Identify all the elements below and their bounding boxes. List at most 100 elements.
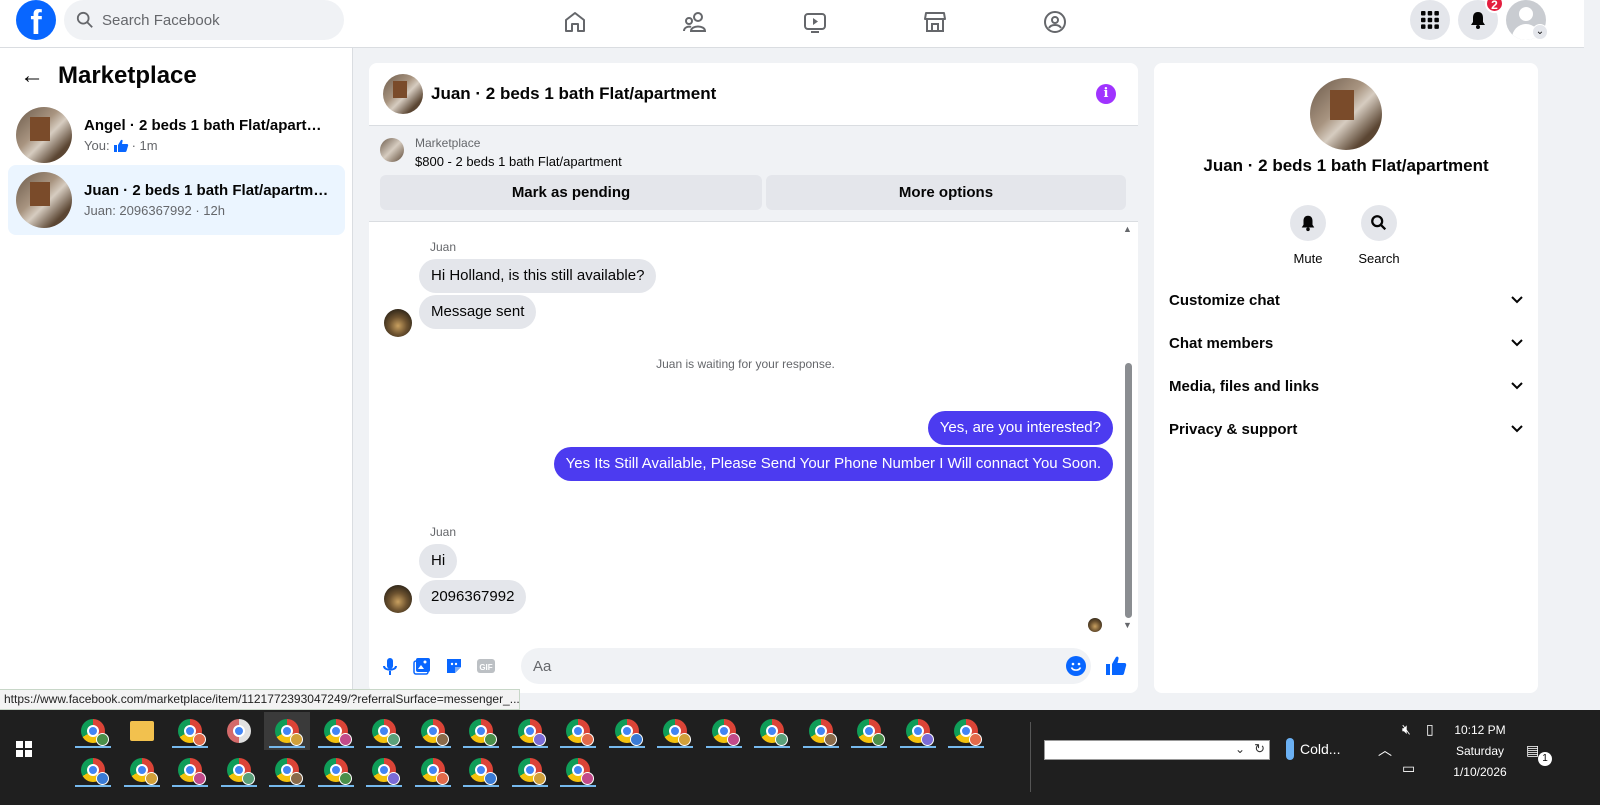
taskbar-app-chrome[interactable] bbox=[313, 751, 359, 789]
taskbar-app-chrome[interactable] bbox=[458, 712, 504, 750]
profile-badge-icon bbox=[338, 772, 352, 785]
message-bubble-outgoing[interactable]: Yes, are you interested? bbox=[927, 411, 1113, 445]
taskbar-app-chrome[interactable] bbox=[749, 712, 795, 750]
search-box[interactable] bbox=[64, 0, 344, 40]
notifications-button[interactable]: 2 bbox=[1458, 0, 1504, 40]
chat-avatar[interactable] bbox=[383, 74, 423, 114]
emoji-icon[interactable] bbox=[1066, 656, 1086, 676]
search-input[interactable] bbox=[102, 11, 322, 29]
attach-photo-button[interactable] bbox=[411, 655, 433, 677]
nav-video[interactable] bbox=[755, 0, 875, 44]
taskbar-app-chrome[interactable] bbox=[555, 712, 601, 750]
listing-thumbnail[interactable] bbox=[380, 138, 404, 162]
taskbar-app-chrome[interactable] bbox=[70, 712, 116, 750]
chat-scrollbar[interactable]: ▲ ▼ bbox=[1123, 224, 1133, 630]
scroll-up-arrow-icon[interactable]: ▲ bbox=[1123, 224, 1132, 234]
link-status-url: https://www.facebook.com/marketplace/ite… bbox=[0, 689, 520, 710]
taskbar-app-chrome[interactable] bbox=[701, 712, 747, 750]
privacy-support-section[interactable]: Privacy & support bbox=[1169, 409, 1524, 449]
nav-marketplace[interactable] bbox=[875, 0, 995, 44]
nav-friends[interactable] bbox=[635, 0, 755, 44]
taskbar-app-chrome[interactable] bbox=[555, 751, 601, 789]
taskbar-app-chrome[interactable] bbox=[410, 751, 456, 789]
taskbar-app-chrome[interactable] bbox=[604, 712, 650, 750]
message-bubble-incoming[interactable]: 2096367992 bbox=[419, 580, 527, 614]
customize-chat-section[interactable]: Customize chat bbox=[1169, 280, 1524, 320]
chat-members-section[interactable]: Chat members bbox=[1169, 323, 1524, 363]
listing-avatar[interactable] bbox=[1310, 78, 1382, 150]
search-in-chat-button[interactable]: Search bbox=[1349, 205, 1409, 266]
address-toolbar[interactable]: ⌄ ↻ bbox=[1044, 740, 1270, 760]
conversation-item-juan[interactable]: Juan · 2 beds 1 bath Flat/apartment Juan… bbox=[8, 165, 345, 235]
taskbar-app-chrome[interactable] bbox=[507, 751, 553, 789]
taskbar-app-chrome[interactable] bbox=[216, 751, 262, 789]
refresh-icon[interactable]: ↻ bbox=[1254, 741, 1265, 757]
account-controls: 2 bbox=[1410, 0, 1546, 40]
system-clock[interactable]: 10:12 PM Saturday 1/10/2026 bbox=[1440, 720, 1520, 783]
windows-taskbar: ⌄ ↻ Cold... ︿ 🔇︎ ▯ ▭ 10:12 PM Saturday 1… bbox=[0, 710, 1600, 805]
friends-icon bbox=[683, 12, 707, 32]
nav-groups[interactable] bbox=[995, 0, 1115, 44]
facebook-logo[interactable]: f bbox=[16, 0, 56, 40]
message-bubble-incoming[interactable]: Hi Holland, is this still available? bbox=[419, 259, 657, 293]
sender-avatar[interactable] bbox=[384, 309, 412, 337]
taskbar-app-file-explorer[interactable] bbox=[119, 712, 165, 750]
profile-badge-icon bbox=[290, 772, 303, 785]
taskbar-app-chrome[interactable] bbox=[798, 712, 844, 750]
media-files-links-section[interactable]: Media, files and links bbox=[1169, 366, 1524, 406]
network-icon[interactable]: ▭ bbox=[1402, 760, 1415, 777]
show-hidden-icons-icon[interactable]: ︿ bbox=[1378, 740, 1392, 760]
message-input[interactable] bbox=[521, 648, 1091, 684]
running-indicator bbox=[317, 746, 354, 748]
taskbar-app-chrome[interactable] bbox=[846, 712, 892, 750]
taskbar-app-chrome[interactable] bbox=[70, 751, 116, 789]
taskbar-app-chrome[interactable] bbox=[264, 712, 310, 750]
weather-widget[interactable]: Cold... bbox=[1286, 738, 1340, 760]
message-bubble-incoming[interactable]: Hi bbox=[419, 544, 458, 578]
message-bubble-outgoing[interactable]: Yes Its Still Available, Please Send You… bbox=[553, 447, 1113, 481]
nav-home[interactable] bbox=[515, 0, 635, 44]
taskbar-app-snipping-tool[interactable] bbox=[216, 712, 262, 750]
taskbar-app-chrome[interactable] bbox=[264, 751, 310, 789]
taskbar-app-chrome[interactable] bbox=[361, 751, 407, 789]
menu-button[interactable] bbox=[1410, 0, 1450, 40]
scroll-thumb[interactable] bbox=[1125, 363, 1132, 618]
taskbar-app-chrome[interactable] bbox=[119, 751, 165, 789]
search-label: Search bbox=[1358, 251, 1400, 266]
scroll-down-arrow-icon[interactable]: ▼ bbox=[1123, 620, 1132, 630]
sender-avatar[interactable] bbox=[384, 585, 412, 613]
windows-start-icon[interactable] bbox=[16, 741, 32, 757]
mute-button[interactable]: Mute bbox=[1278, 205, 1338, 266]
sticker-button[interactable] bbox=[443, 655, 465, 677]
chat-header: Juan · 2 beds 1 bath Flat/apartment i bbox=[369, 63, 1138, 126]
chat-title[interactable]: Juan · 2 beds 1 bath Flat/apartment bbox=[431, 84, 716, 104]
taskbar-app-chrome[interactable] bbox=[361, 712, 407, 750]
taskbar-app-chrome[interactable] bbox=[507, 712, 553, 750]
taskbar-app-chrome[interactable] bbox=[410, 712, 456, 750]
chevron-down-icon[interactable]: ⌄ bbox=[1235, 742, 1245, 756]
taskbar-app-chrome[interactable] bbox=[652, 712, 698, 750]
taskbar-app-chrome[interactable] bbox=[458, 751, 504, 789]
taskbar-app-chrome[interactable] bbox=[167, 751, 213, 789]
taskbar-app-chrome[interactable] bbox=[895, 712, 941, 750]
voice-clip-button[interactable] bbox=[379, 655, 401, 677]
mark-as-pending-button[interactable]: Mark as pending bbox=[380, 175, 762, 210]
page-scrollbar[interactable] bbox=[1584, 0, 1600, 710]
message-bubble-incoming[interactable]: Message sent bbox=[419, 295, 537, 329]
back-arrow-icon[interactable]: ← bbox=[20, 62, 44, 90]
taskbar-app-chrome[interactable] bbox=[943, 712, 989, 750]
thumbs-up-icon[interactable] bbox=[1104, 654, 1128, 678]
volume-muted-icon[interactable]: 🔇︎ bbox=[1402, 721, 1411, 738]
battery-icon[interactable]: ▯ bbox=[1426, 721, 1434, 738]
more-options-button[interactable]: More options bbox=[766, 175, 1126, 210]
listing-price[interactable]: $800 - 2 beds 1 bath Flat/apartment bbox=[415, 154, 622, 169]
conversation-item-angel[interactable]: Angel · 2 beds 1 bath Flat/apartme... Yo… bbox=[8, 100, 345, 170]
running-indicator bbox=[560, 746, 596, 748]
listing-banner: Marketplace $800 - 2 beds 1 bath Flat/ap… bbox=[369, 126, 1138, 222]
message-thread[interactable]: Juan Hi Holland, is this still available… bbox=[369, 223, 1138, 633]
chevron-down-icon[interactable]: ⌄ bbox=[1532, 24, 1548, 40]
gif-button[interactable]: GIF bbox=[475, 655, 497, 677]
info-icon[interactable]: i bbox=[1096, 84, 1116, 104]
taskbar-app-chrome[interactable] bbox=[167, 712, 213, 750]
taskbar-app-chrome[interactable] bbox=[313, 712, 359, 750]
